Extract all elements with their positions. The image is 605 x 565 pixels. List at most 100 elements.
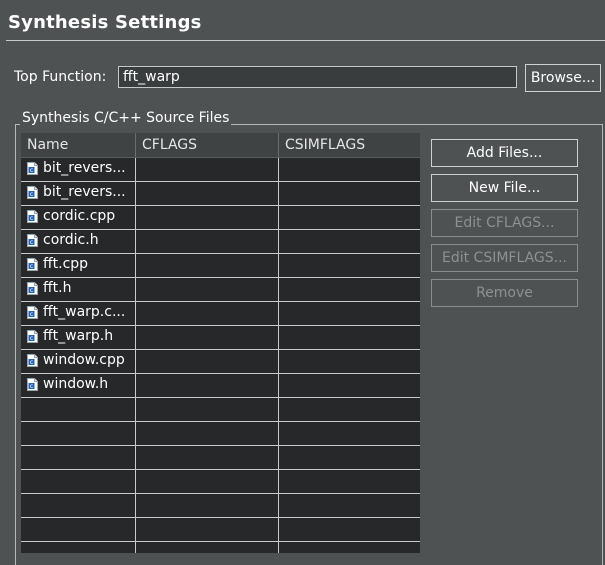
cell-csimflags [279,470,420,493]
edit-cflags-button[interactable]: Edit CFLAGS... [431,209,578,237]
table-row[interactable]: c fft.cpp [21,254,420,278]
cell-name: c bit_revers... [21,182,136,205]
table-row[interactable]: c cordic.h [21,230,420,254]
browse-button[interactable]: Browse... [525,64,601,92]
table-row[interactable]: c fft_warp.c... [21,302,420,326]
source-files-table: Name CFLAGS CSIMFLAGS c bit_revers... c bit… [21,133,420,553]
top-function-label: Top Function: [14,69,107,85]
table-row[interactable]: c bit_revers... [21,182,420,206]
table-row[interactable]: c window.cpp [21,350,420,374]
cell-csimflags [279,278,420,301]
cell-csimflags [279,230,420,253]
svg-text:c: c [30,215,33,222]
source-files-group-label: Synthesis C/C++ Source Files [20,110,232,126]
cell-csimflags [279,446,420,469]
table-row[interactable] [21,446,420,470]
top-function-input[interactable] [118,66,517,88]
svg-text:c: c [30,335,33,342]
cell-csimflags [279,494,420,517]
cell-name: c bit_revers... [21,158,136,181]
svg-text:c: c [30,287,33,294]
svg-text:c: c [30,191,33,198]
cell-csimflags [279,350,420,373]
cell-cflags [136,206,279,229]
file-name-label: bit_revers... [43,184,126,200]
table-row[interactable]: c fft.h [21,278,420,302]
file-name-label: cordic.cpp [43,208,116,224]
cell-cflags [136,446,279,469]
cell-cflags [136,398,279,421]
cell-csimflags [279,398,420,421]
table-row[interactable] [21,518,420,542]
c-source-file-icon: c [27,258,38,271]
cell-cflags [136,350,279,373]
table-row[interactable] [21,470,420,494]
cell-cflags [136,518,279,541]
cell-csimflags [279,422,420,445]
file-name-label: fft.cpp [43,256,89,272]
cell-cflags [136,326,279,349]
cell-csimflags [279,518,420,541]
cell-cflags [136,158,279,181]
cell-name: c fft_warp.c... [21,302,136,325]
c-source-file-icon: c [27,306,38,319]
cell-cflags [136,470,279,493]
cell-cflags [136,494,279,517]
cell-csimflags [279,158,420,181]
new-file-button[interactable]: New File... [431,174,578,202]
cell-name: c fft_warp.h [21,326,136,349]
cell-name [21,446,136,469]
table-row[interactable]: c fft_warp.h [21,326,420,350]
column-header-name[interactable]: Name [21,133,136,157]
table-header: Name CFLAGS CSIMFLAGS [21,133,420,158]
svg-text:c: c [30,239,33,246]
cell-name: c cordic.cpp [21,206,136,229]
cell-name [21,470,136,493]
file-name-label: window.cpp [43,352,125,368]
remove-button[interactable]: Remove [431,279,578,307]
c-source-file-icon: c [27,354,38,367]
table-row[interactable]: c bit_revers... [21,158,420,182]
cell-csimflags [279,182,420,205]
cell-cflags [136,278,279,301]
c-source-file-icon: c [27,330,38,343]
cell-cflags [136,374,279,397]
edit-csimflags-button[interactable]: Edit CSIMFLAGS... [431,244,578,272]
svg-text:c: c [30,263,33,270]
cell-csimflags [279,374,420,397]
c-source-file-icon: c [27,210,38,223]
file-name-label: fft.h [43,280,72,296]
page-title: Synthesis Settings [8,12,202,33]
column-header-csimflags[interactable]: CSIMFLAGS [279,133,420,157]
table-row[interactable]: c cordic.cpp [21,206,420,230]
cell-cflags [136,302,279,325]
cell-csimflags [279,326,420,349]
cell-name: c window.cpp [21,350,136,373]
table-row[interactable] [21,422,420,446]
c-source-file-icon: c [27,282,38,295]
add-files-button[interactable]: Add Files... [431,139,578,167]
cell-name [21,398,136,421]
cell-cflags [136,182,279,205]
cell-name [21,494,136,517]
title-divider [6,40,605,41]
c-source-file-icon: c [27,186,38,199]
column-header-cflags[interactable]: CFLAGS [136,133,279,157]
c-source-file-icon: c [27,378,38,391]
cell-name [21,422,136,445]
cell-csimflags [279,302,420,325]
file-name-label: cordic.h [43,232,99,248]
table-row[interactable] [21,494,420,518]
cell-name [21,518,136,541]
cell-name: c fft.h [21,278,136,301]
cell-name: c window.h [21,374,136,397]
cell-name: c cordic.h [21,230,136,253]
cell-csimflags [279,254,420,277]
cell-cflags [136,230,279,253]
file-name-label: window.h [43,376,109,392]
svg-text:c: c [30,167,33,174]
c-source-file-icon: c [27,162,38,175]
table-row[interactable] [21,398,420,422]
table-row[interactable]: c window.h [21,374,420,398]
file-name-label: fft_warp.h [43,328,114,344]
